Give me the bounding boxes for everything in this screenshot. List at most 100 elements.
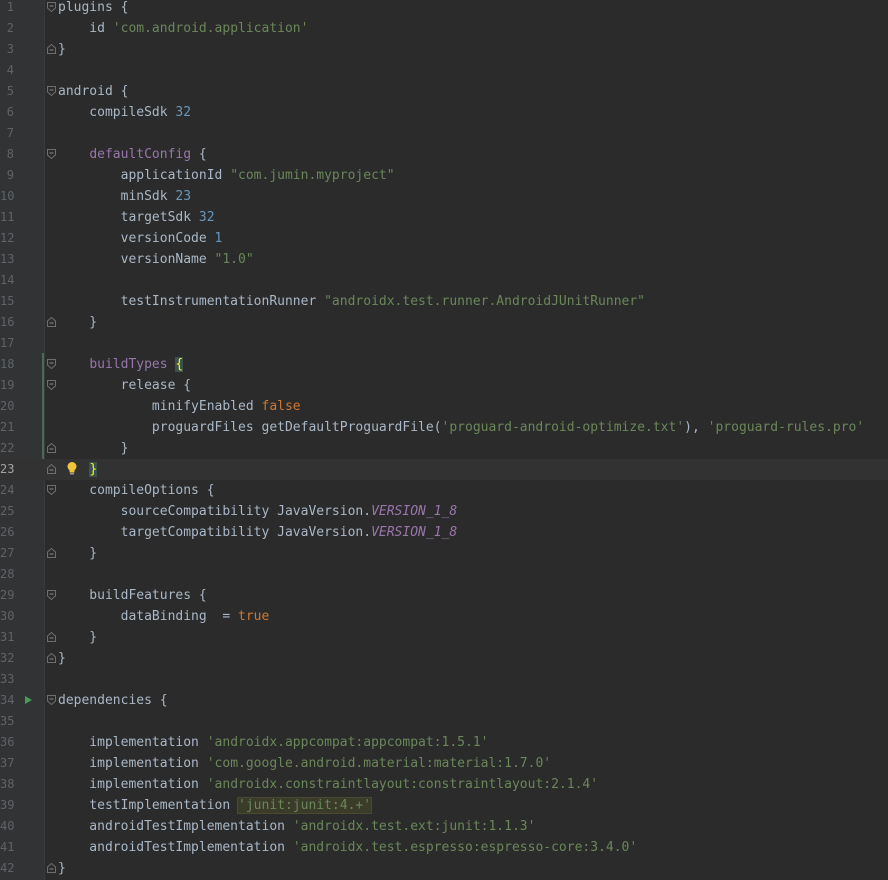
code-line[interactable]: 5 android { [0, 81, 888, 102]
line-number[interactable]: 2 [0, 18, 14, 39]
line-number[interactable]: 20 [0, 396, 14, 417]
code-line[interactable]: 29 buildFeatures { [0, 585, 888, 606]
code-text[interactable]: androidTestImplementation 'androidx.test… [58, 837, 637, 858]
code-text[interactable]: targetSdk 32 [58, 207, 215, 228]
code-line[interactable]: 42} [0, 858, 888, 879]
line-number[interactable]: 30 [0, 606, 14, 627]
code-text[interactable]: targetCompatibility JavaVersion.VERSION_… [58, 522, 458, 543]
code-text[interactable]: android { [58, 81, 128, 102]
code-line[interactable]: 38 implementation 'androidx.constraintla… [0, 774, 888, 795]
code-text[interactable]: androidTestImplementation 'androidx.test… [58, 816, 535, 837]
line-number[interactable]: 39 [0, 795, 14, 816]
code-text[interactable]: implementation 'com.google.android.mater… [58, 753, 551, 774]
code-line[interactable]: 13 versionName "1.0" [0, 249, 888, 270]
line-number[interactable]: 38 [0, 774, 14, 795]
code-line[interactable]: 3} [0, 39, 888, 60]
fold-marker-icon[interactable] [47, 590, 56, 600]
code-text[interactable]: buildFeatures { [58, 585, 206, 606]
code-line[interactable]: 28 [0, 564, 888, 585]
line-number[interactable]: 41 [0, 837, 14, 858]
code-line[interactable]: 8 defaultConfig { [0, 144, 888, 165]
line-number[interactable]: 35 [0, 711, 14, 732]
fold-marker-icon[interactable] [47, 485, 56, 495]
code-line[interactable]: 37 implementation 'com.google.android.ma… [0, 753, 888, 774]
code-line[interactable]: 21 proguardFiles getDefaultProguardFile(… [0, 417, 888, 438]
code-text[interactable]: } [58, 312, 97, 333]
line-number[interactable]: 3 [0, 39, 14, 60]
line-number[interactable]: 17 [0, 333, 14, 354]
code-line[interactable]: 35 [0, 711, 888, 732]
code-line[interactable]: 26 targetCompatibility JavaVersion.VERSI… [0, 522, 888, 543]
line-number[interactable]: 28 [0, 564, 14, 585]
line-number[interactable]: 19 [0, 375, 14, 396]
code-text[interactable]: plugins { [58, 0, 128, 18]
fold-marker-icon[interactable] [47, 44, 56, 54]
code-line[interactable]: 22 } [0, 438, 888, 459]
fold-marker-icon[interactable] [47, 464, 56, 474]
line-number[interactable]: 1 [0, 0, 14, 18]
line-number[interactable]: 27 [0, 543, 14, 564]
code-line[interactable]: 24 compileOptions { [0, 480, 888, 501]
line-number[interactable]: 29 [0, 585, 14, 606]
line-number[interactable]: 7 [0, 123, 14, 144]
code-line[interactable]: 12 versionCode 1 [0, 228, 888, 249]
line-number[interactable]: 26 [0, 522, 14, 543]
line-number[interactable]: 8 [0, 144, 14, 165]
line-number[interactable]: 33 [0, 669, 14, 690]
run-gutter-icon[interactable] [24, 695, 33, 705]
fold-marker-icon[interactable] [47, 2, 56, 12]
code-line[interactable]: 25 sourceCompatibility JavaVersion.VERSI… [0, 501, 888, 522]
line-number[interactable]: 32 [0, 648, 14, 669]
line-number[interactable]: 37 [0, 753, 14, 774]
code-text[interactable]: applicationId "com.jumin.myproject" [58, 165, 395, 186]
line-number[interactable]: 24 [0, 480, 14, 501]
code-text[interactable]: versionName "1.0" [58, 249, 254, 270]
line-number[interactable]: 9 [0, 165, 14, 186]
code-text[interactable]: } [58, 648, 66, 669]
code-line[interactable]: 36 implementation 'androidx.appcompat:ap… [0, 732, 888, 753]
line-number[interactable]: 4 [0, 60, 14, 81]
fold-marker-icon[interactable] [47, 380, 56, 390]
code-text[interactable]: implementation 'androidx.constraintlayou… [58, 774, 598, 795]
fold-marker-icon[interactable] [47, 548, 56, 558]
code-line[interactable]: 11 targetSdk 32 [0, 207, 888, 228]
code-text[interactable]: } [58, 39, 66, 60]
code-line[interactable]: 18 buildTypes { [0, 354, 888, 375]
code-editor[interactable]: 1 plugins {2 id 'com.android.application'… [0, 0, 888, 880]
code-text[interactable]: dataBinding = true [58, 606, 270, 627]
code-text[interactable]: id 'com.android.application' [58, 18, 308, 39]
code-text[interactable]: proguardFiles getDefaultProguardFile('pr… [58, 417, 864, 438]
line-number[interactable]: 12 [0, 228, 14, 249]
code-line[interactable]: 23 } [0, 459, 888, 480]
fold-marker-icon[interactable] [47, 317, 56, 327]
code-line[interactable]: 10 minSdk 23 [0, 186, 888, 207]
line-number[interactable]: 42 [0, 858, 14, 879]
code-line[interactable]: 31 } [0, 627, 888, 648]
line-number[interactable]: 31 [0, 627, 14, 648]
code-text[interactable]: minSdk 23 [58, 186, 191, 207]
code-text[interactable]: versionCode 1 [58, 228, 223, 249]
code-line[interactable]: 16 } [0, 312, 888, 333]
line-number[interactable]: 21 [0, 417, 14, 438]
line-number[interactable]: 6 [0, 102, 14, 123]
code-text[interactable]: minifyEnabled false [58, 396, 301, 417]
code-text[interactable]: buildTypes { [58, 354, 184, 375]
code-line[interactable]: 2 id 'com.android.application' [0, 18, 888, 39]
line-number[interactable]: 34 [0, 690, 14, 711]
fold-marker-icon[interactable] [47, 632, 56, 642]
code-text[interactable]: } [58, 858, 66, 879]
code-text[interactable]: } [58, 627, 97, 648]
code-line[interactable]: 33 [0, 669, 888, 690]
fold-marker-icon[interactable] [47, 149, 56, 159]
code-text[interactable]: defaultConfig { [58, 144, 206, 165]
line-number[interactable]: 10 [0, 186, 14, 207]
fold-marker-icon[interactable] [47, 359, 56, 369]
code-text[interactable]: testImplementation 'junit:junit:4.+' [58, 795, 373, 816]
code-line[interactable]: 41 androidTestImplementation 'androidx.t… [0, 837, 888, 858]
line-number[interactable]: 36 [0, 732, 14, 753]
fold-marker-icon[interactable] [47, 695, 56, 705]
fold-marker-icon[interactable] [47, 653, 56, 663]
code-text[interactable]: sourceCompatibility JavaVersion.VERSION_… [58, 501, 458, 522]
line-number[interactable]: 16 [0, 312, 14, 333]
line-number[interactable]: 5 [0, 81, 14, 102]
